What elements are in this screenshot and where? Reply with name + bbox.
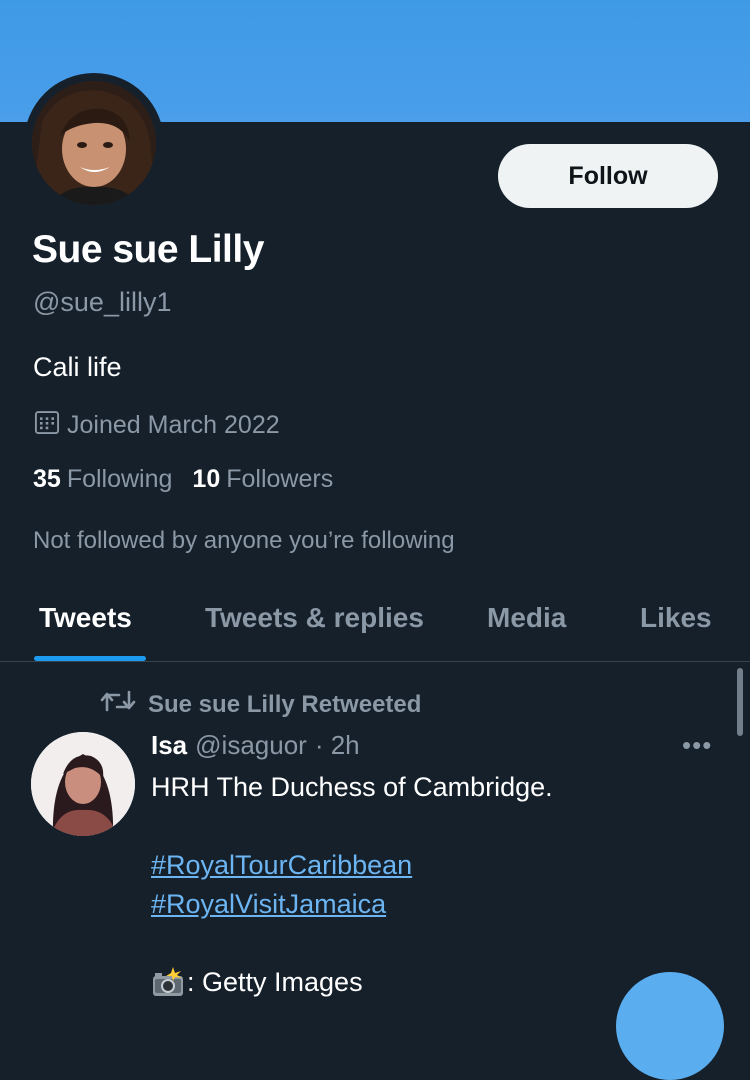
following-link[interactable]: 35 Following: [33, 465, 172, 494]
calendar-icon: [33, 408, 61, 443]
follow-button[interactable]: Follow: [498, 144, 718, 208]
followers-link[interactable]: 10 Followers: [192, 465, 333, 494]
following-label: Following: [66, 465, 173, 493]
tweet-text: HRH The Duchess of Cambridge.: [151, 772, 553, 802]
profile-avatar[interactable]: [32, 81, 156, 205]
tweet-author-handle[interactable]: @isaguor: [195, 730, 307, 761]
followers-count: 10: [192, 465, 221, 493]
profile-bio: Cali life: [33, 352, 122, 382]
tweet-author-name[interactable]: Isa: [151, 730, 187, 761]
joined-text: Joined March 2022: [67, 411, 280, 439]
tab-likes[interactable]: Likes: [640, 602, 712, 634]
tab-tweets-replies[interactable]: Tweets & replies: [205, 602, 424, 634]
profile-tabs: Tweets Tweets & replies Media Likes: [0, 590, 750, 662]
more-icon[interactable]: •••: [682, 730, 712, 761]
scrollbar[interactable]: [737, 668, 743, 736]
retweet-context: Sue sue Lilly Retweeted: [100, 688, 421, 721]
followers-label: Followers: [226, 465, 334, 493]
follow-stats: 35 Following 10 Followers: [33, 465, 333, 494]
hashtag-link[interactable]: #RoyalVisitJamaica: [151, 885, 711, 924]
hashtag-link[interactable]: #RoyalTourCaribbean: [151, 846, 711, 885]
tab-media[interactable]: Media: [487, 602, 566, 634]
tweet-body: HRH The Duchess of Cambridge. #RoyalTour…: [151, 768, 711, 1002]
photo-credit-text: : Getty Images: [187, 967, 363, 997]
tab-tweets[interactable]: Tweets: [39, 602, 132, 634]
tabs-divider: [0, 661, 750, 662]
following-count: 35: [33, 465, 61, 493]
camera-flash-icon: [151, 966, 187, 999]
not-followed-note: Not followed by anyone you’re following: [33, 527, 455, 554]
joined-date: Joined March 2022: [33, 408, 280, 443]
profile-avatar-frame: [24, 73, 164, 213]
retweeted-by-label[interactable]: Sue sue Lilly Retweeted: [148, 691, 421, 719]
retweet-icon: [100, 688, 136, 721]
tweet-header: Isa @isaguor · 2h: [151, 730, 360, 761]
profile-handle: @sue_lilly1: [33, 287, 172, 317]
tweet-author-avatar[interactable]: [31, 732, 135, 836]
tweet-time[interactable]: · 2h: [315, 730, 360, 761]
profile-name: Sue sue Lilly: [32, 228, 264, 271]
compose-tweet-button[interactable]: [616, 972, 724, 1080]
